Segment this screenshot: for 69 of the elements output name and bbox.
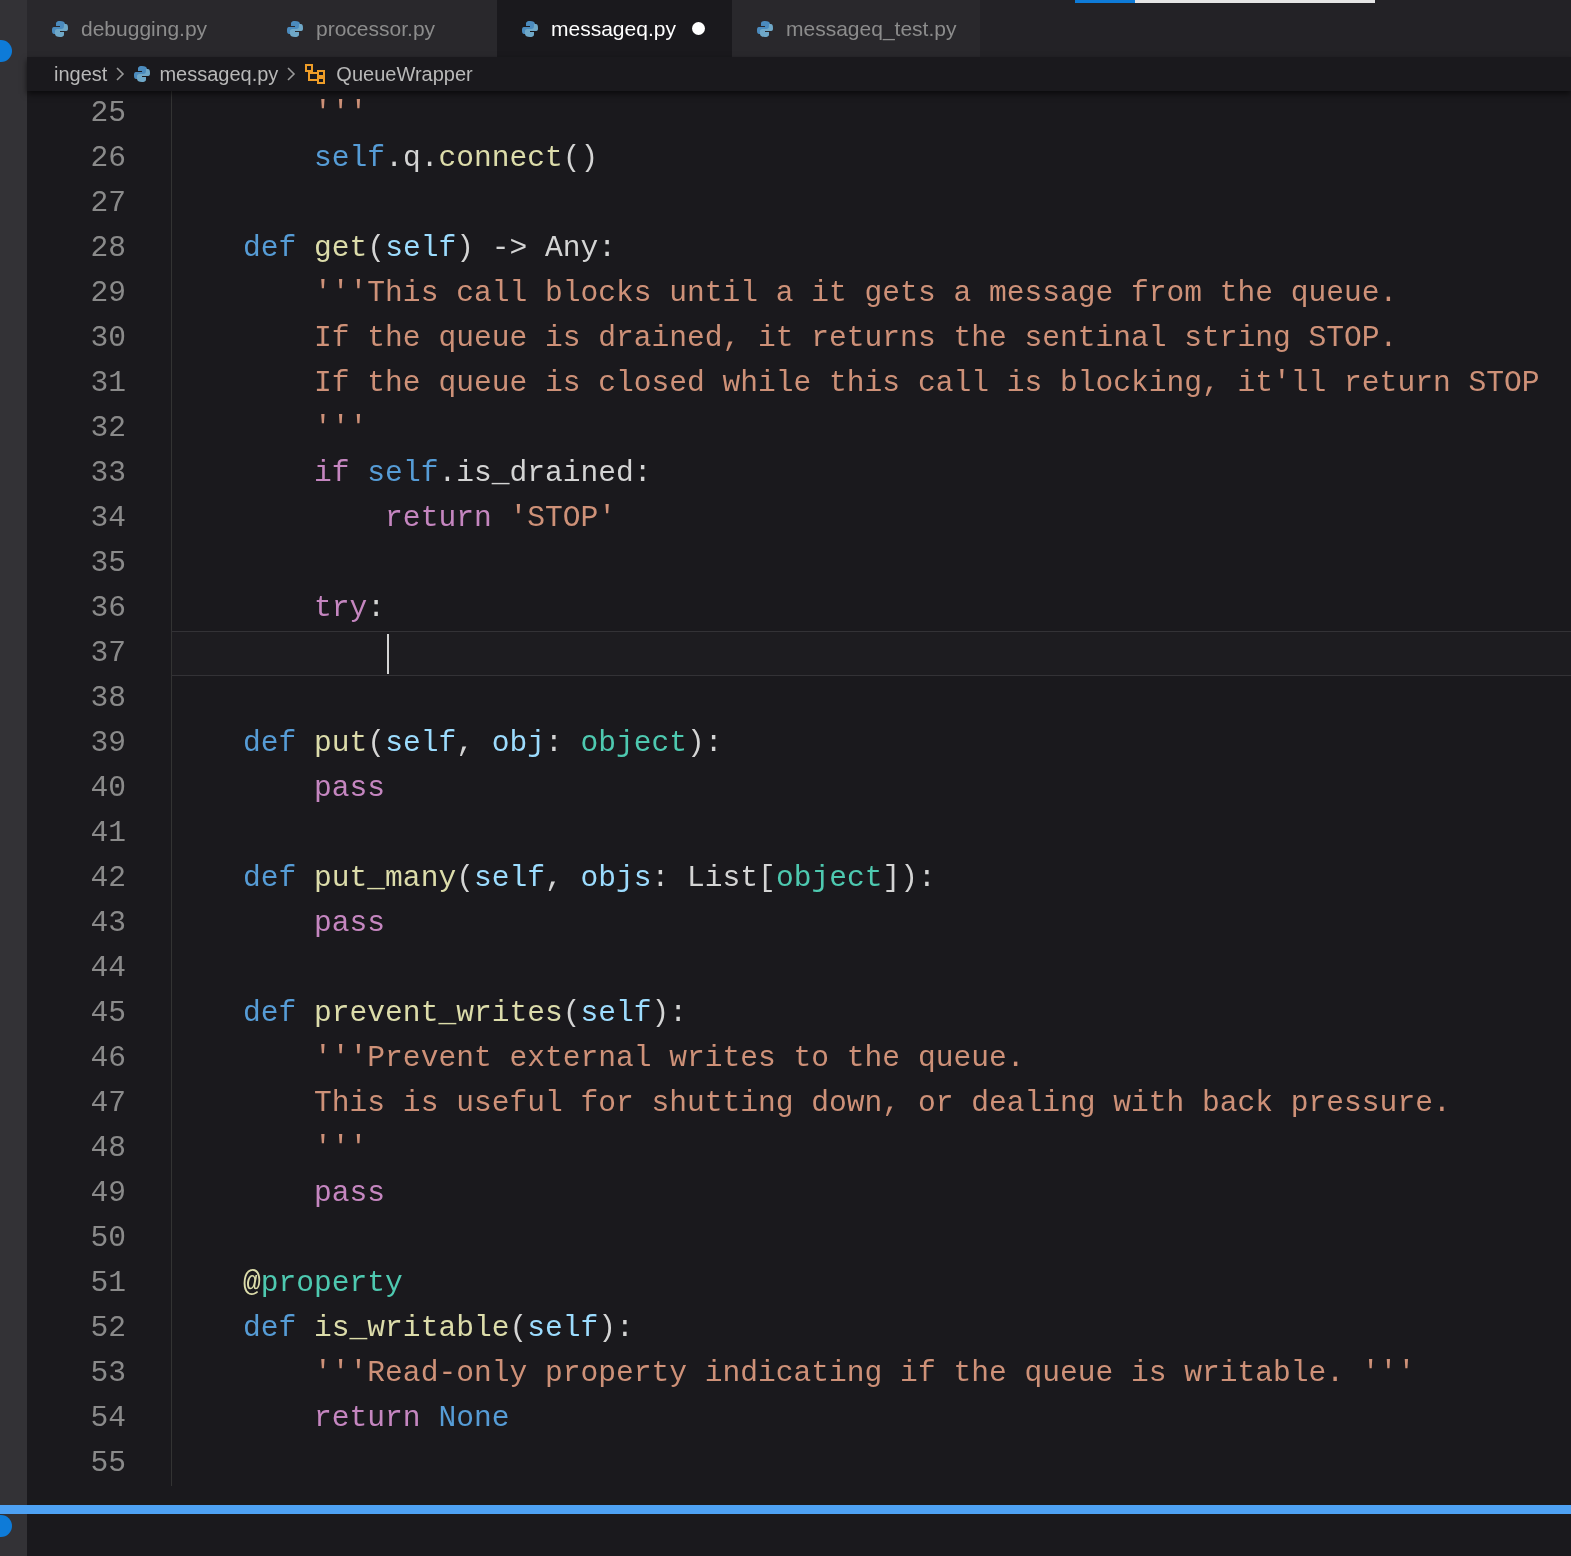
editor-tab[interactable]: debugging.py bbox=[27, 0, 262, 57]
line-number: 25 bbox=[89, 95, 126, 133]
line-number: 27 bbox=[89, 185, 126, 223]
code-line: pass bbox=[313, 770, 386, 808]
editor-tab[interactable]: processor.py bbox=[262, 0, 497, 57]
line-number: 41 bbox=[89, 815, 126, 853]
line-number: 31 bbox=[89, 365, 126, 403]
code-line: self.q.connect() bbox=[313, 140, 599, 178]
line-number: 55 bbox=[89, 1445, 126, 1483]
line-number: 26 bbox=[89, 140, 126, 178]
code-line: If the queue is closed while this call is blocking, it'll return STOP bbox=[313, 365, 1540, 403]
line-number: 28 bbox=[89, 230, 126, 268]
line-number: 51 bbox=[89, 1265, 126, 1303]
code-line: '''Read-only property indicating if the queue is writable. ''' bbox=[313, 1355, 1416, 1393]
code-line: '''This call blocks until a it gets a message from the queue. bbox=[313, 275, 1398, 313]
code-line: If the queue is drained, it returns the sentinal string STOP. bbox=[313, 320, 1398, 358]
editor-tab[interactable]: messageq.py bbox=[497, 0, 732, 57]
chevron-right-icon bbox=[286, 66, 297, 82]
editor-tab[interactable]: messageq_test.py bbox=[732, 0, 981, 57]
code-line: try: bbox=[313, 590, 386, 628]
line-number: 46 bbox=[89, 1040, 126, 1078]
breadcrumb-item[interactable]: ingest bbox=[54, 59, 108, 89]
breadcrumb-item[interactable]: QueueWrapper bbox=[336, 59, 473, 89]
code-line: return 'STOP' bbox=[384, 500, 616, 538]
line-number: 40 bbox=[89, 770, 126, 808]
code-line: def get(self) -> Any: bbox=[242, 230, 616, 268]
code-line: ''' bbox=[313, 1130, 368, 1168]
python-file-icon bbox=[756, 19, 774, 38]
line-number: 33 bbox=[89, 455, 126, 493]
line-number: 47 bbox=[89, 1085, 126, 1123]
code-line: def prevent_writes(self): bbox=[242, 995, 688, 1033]
code-line: ''' bbox=[313, 410, 368, 448]
line-number: 53 bbox=[89, 1355, 126, 1393]
line-number: 49 bbox=[89, 1175, 126, 1213]
line-number: 32 bbox=[89, 410, 126, 448]
breadcrumb-item[interactable]: messageq.py bbox=[159, 59, 279, 89]
python-file-icon bbox=[51, 19, 69, 38]
line-number: 54 bbox=[89, 1400, 126, 1438]
python-file-icon bbox=[521, 19, 539, 38]
code-line: def put(self, obj: object): bbox=[242, 725, 723, 763]
line-number: 39 bbox=[89, 725, 126, 763]
line-number: 34 bbox=[89, 500, 126, 538]
line-number: 42 bbox=[89, 860, 126, 898]
code-line: pass bbox=[313, 1175, 386, 1213]
line-number: 44 bbox=[89, 950, 126, 988]
code-line: '''Prevent external writes to the queue. bbox=[313, 1040, 1025, 1078]
python-file-icon bbox=[133, 65, 152, 83]
code-line: def put_many(self, objs: List[object]): bbox=[242, 860, 936, 898]
code-line: ''' bbox=[313, 95, 368, 133]
line-number: 37 bbox=[89, 635, 126, 673]
code-line: def is_writable(self): bbox=[242, 1310, 634, 1348]
line-number: 50 bbox=[89, 1220, 126, 1258]
text-cursor bbox=[387, 633, 389, 674]
python-file-icon bbox=[286, 19, 304, 38]
code-line: This is useful for shutting down, or dealing with back pressure. bbox=[313, 1085, 1451, 1123]
code-line: @property bbox=[242, 1265, 403, 1303]
line-number: 45 bbox=[89, 995, 126, 1033]
line-number: 48 bbox=[89, 1130, 126, 1168]
line-number: 43 bbox=[89, 905, 126, 943]
line-number: 35 bbox=[89, 545, 126, 583]
line-number: 36 bbox=[89, 590, 126, 628]
line-number: 29 bbox=[89, 275, 126, 313]
line-number: 30 bbox=[89, 320, 126, 358]
chevron-right-icon bbox=[115, 66, 126, 82]
code-line: if self.is_drained: bbox=[313, 455, 652, 493]
line-number: 38 bbox=[89, 680, 126, 718]
line-number: 52 bbox=[89, 1310, 126, 1348]
code-line: pass bbox=[313, 905, 386, 943]
code-line: return None bbox=[313, 1400, 510, 1438]
